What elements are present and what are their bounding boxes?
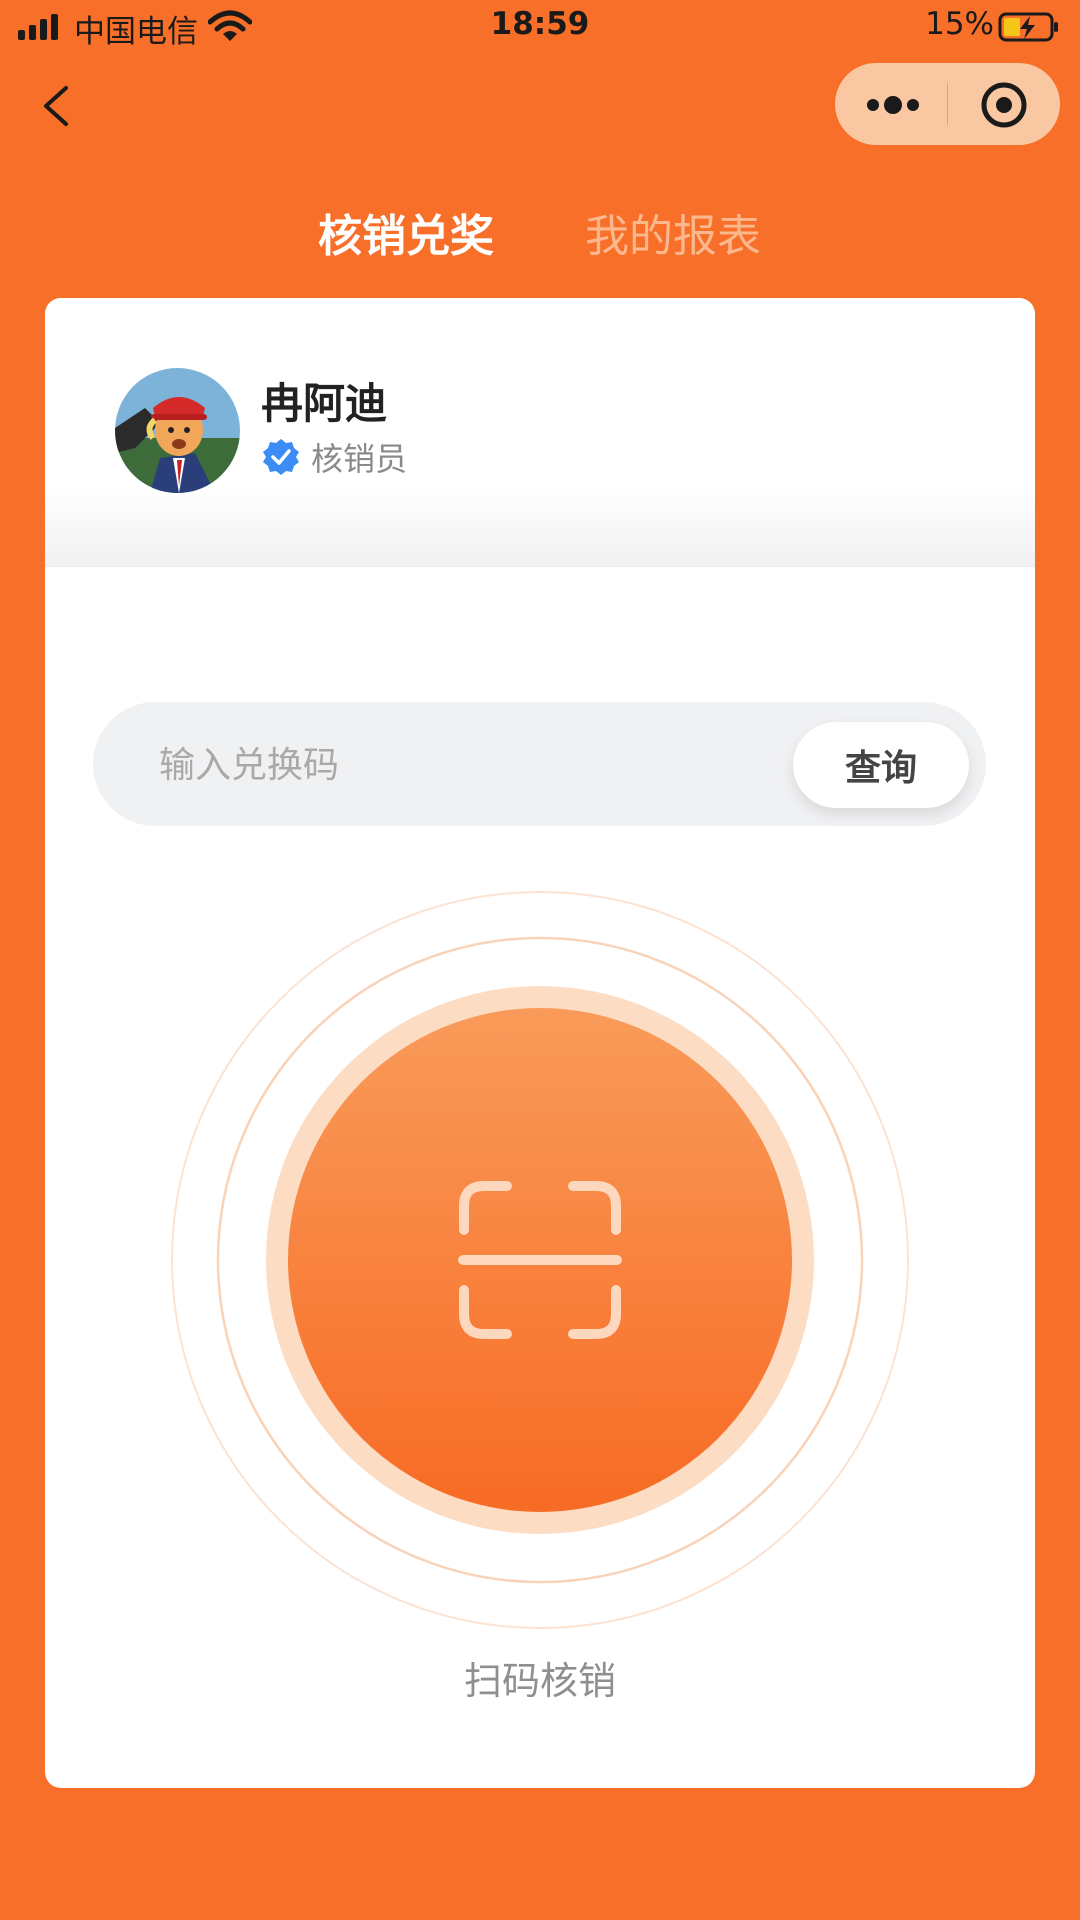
scan-button[interactable] <box>45 888 1035 1648</box>
tab-my-report[interactable]: 我的报表 <box>585 200 761 264</box>
mini-program-capsule <box>835 63 1060 145</box>
status-time: 18:59 <box>490 6 590 42</box>
close-miniprogram-button[interactable] <box>948 63 1060 145</box>
role-label: 核销员 <box>311 440 408 478</box>
query-button[interactable]: 查询 <box>793 722 969 808</box>
battery-charging-icon <box>998 12 1058 42</box>
target-icon <box>981 82 1027 128</box>
avatar <box>115 368 240 493</box>
status-bar: 中国电信 18:59 15% <box>0 0 1080 54</box>
verified-check-icon <box>263 439 299 475</box>
role-row: 核销员 <box>261 436 407 478</box>
more-dots-icon <box>867 96 919 114</box>
redeem-code-input[interactable] <box>93 702 801 828</box>
tab-redeem[interactable]: 核销兑奖 <box>318 200 494 264</box>
back-button[interactable] <box>30 70 90 140</box>
scan-label: 扫码核销 <box>463 1659 616 1703</box>
battery-percent: 15% <box>925 6 994 42</box>
search-bar: 查询 <box>93 702 986 828</box>
more-button[interactable] <box>835 63 947 145</box>
chevron-left-icon <box>44 86 68 126</box>
profile-section: 冉阿迪 核销员 <box>45 298 1035 567</box>
user-name: 冉阿迪 <box>261 379 388 428</box>
main-card: 冉阿迪 核销员 查询 <box>45 298 1035 1788</box>
